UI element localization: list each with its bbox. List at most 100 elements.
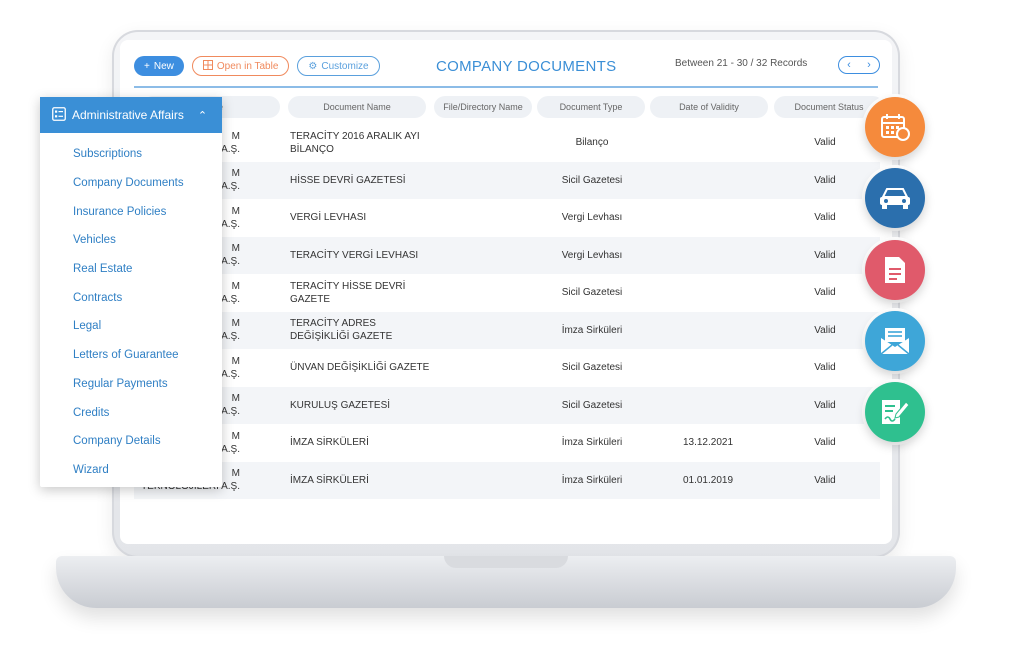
table-row[interactable]: M A.Ş. İMZA SİRKÜLERİ İmza Sirküleri 13.… — [134, 424, 880, 462]
gear-icon: ⚙ — [308, 60, 318, 72]
open-in-table-label: Open in Table — [216, 60, 279, 72]
menu-item-vehicles[interactable]: Vehicles — [40, 226, 222, 255]
document-status-cell: Valid — [814, 212, 836, 224]
table-row[interactable]: M A.Ş. KURULUŞ GAZETESİ Sicil Gazetesi V… — [134, 386, 880, 425]
company-name-line: M — [231, 243, 240, 255]
date-of-validity-cell: 13.12.2021 — [682, 437, 734, 449]
menu-item-contracts[interactable]: Contracts — [40, 283, 222, 312]
signed-document-shortcut-button[interactable] — [865, 382, 925, 442]
administrative-affairs-menu: Administrative Affairs ⌃ Subscriptions Co… — [40, 97, 222, 487]
document-name-cell: VERGİ LEVHASI — [290, 212, 367, 224]
page-title: COMPANY DOCUMENTS — [436, 58, 617, 75]
next-page-icon[interactable]: › — [867, 59, 871, 71]
menu-item-company-details[interactable]: Company Details — [40, 427, 222, 456]
company-name-line: A.Ş. — [221, 406, 240, 418]
document-status-cell: Valid — [814, 362, 836, 374]
menu-item-letters-of-guarantee[interactable]: Letters of Guarantee — [40, 341, 222, 370]
title-divider — [134, 86, 878, 88]
column-header-document-name[interactable]: Document Name — [288, 96, 426, 118]
document-name-cell: İMZA SİRKÜLERİ — [290, 474, 369, 486]
company-name-line: A.Ş. — [221, 331, 240, 343]
calendar-shortcut-button[interactable] — [865, 97, 925, 157]
document-name-cell: HİSSE DEVRİ GAZETESİ — [290, 174, 406, 186]
company-name-line: A.Ş. — [221, 218, 240, 230]
table-row[interactable]: M A.Ş. VERGİ LEVHASI Vergi Levhası Valid — [134, 199, 880, 237]
date-of-validity-cell — [649, 162, 767, 200]
menu-item-legal[interactable]: Legal — [40, 312, 222, 341]
envelope-icon — [879, 327, 911, 355]
document-name-cell: İMZA SİRKÜLERİ — [290, 437, 369, 449]
company-name-line: M — [231, 430, 240, 442]
document-name-cell: ÜNVAN DEĞİŞİKLİĞİ GAZETE — [290, 362, 430, 374]
date-of-validity-cell — [649, 349, 767, 387]
company-name-line: M — [231, 318, 240, 330]
document-type-cell: Vergi Levhası — [561, 212, 623, 224]
menu-header[interactable]: Administrative Affairs ⌃ — [40, 97, 222, 133]
table-row[interactable]: M A.Ş. TERACİTY HİSSE DEVRİ GAZETE Sicil… — [134, 274, 880, 312]
envelope-shortcut-button[interactable] — [865, 311, 925, 371]
table-row[interactable]: M A.Ş. TERACİTY 2016 ARALIK AYI BİLANÇO … — [134, 124, 880, 162]
document-shortcut-button[interactable] — [865, 240, 925, 300]
checklist-icon — [52, 106, 66, 124]
date-of-validity-cell — [649, 274, 767, 312]
document-status-cell: Valid — [814, 249, 836, 261]
company-name-line: M — [231, 280, 240, 292]
menu-item-wizard[interactable]: Wizard — [40, 456, 222, 485]
date-of-validity-cell — [649, 124, 767, 162]
document-type-cell: Sicil Gazetesi — [561, 399, 623, 411]
document-status-cell: Valid — [814, 474, 836, 486]
table-row[interactable]: M A.Ş. TERACİTY ADRES DEĞİŞİKLİĞİ GAZETE… — [134, 311, 880, 349]
table-row[interactable]: M A.Ş. ÜNVAN DEĞİŞİKLİĞİ GAZETE Sicil Ga… — [134, 349, 880, 387]
new-button[interactable]: + New — [134, 56, 184, 76]
customize-button[interactable]: ⚙ Customize — [297, 56, 380, 76]
toolbar: + New Open in Table ⚙ Customize — [134, 56, 380, 76]
menu-item-insurance-policies[interactable]: Insurance Policies — [40, 197, 222, 226]
document-name-cell: TERACİTY ADRES DEĞİŞİKLİĞİ GAZETE — [290, 318, 393, 343]
company-name-line: M — [231, 205, 240, 217]
document-status-cell: Valid — [814, 137, 836, 149]
table-header: Name Document Name File/Directory Name D… — [134, 96, 892, 120]
open-in-table-button[interactable]: Open in Table — [191, 56, 290, 76]
menu-item-credits[interactable]: Credits — [40, 398, 222, 427]
calendar-icon — [880, 113, 910, 141]
customize-label: Customize — [321, 60, 369, 72]
company-name-line: A.Ş. — [221, 143, 240, 155]
company-name-line: M — [231, 355, 240, 367]
company-name-line: A.Ş. — [221, 368, 240, 380]
menu-item-regular-payments[interactable]: Regular Payments — [40, 370, 222, 399]
document-icon — [884, 256, 906, 284]
document-status-cell: Valid — [814, 437, 836, 449]
table-row[interactable]: M A.Ş. HİSSE DEVRİ GAZETESİ Sicil Gazete… — [134, 161, 880, 200]
menu-item-company-documents[interactable]: Company Documents — [40, 169, 222, 198]
car-shortcut-button[interactable] — [865, 168, 925, 228]
company-name-line: A.Ş. — [221, 181, 240, 193]
column-header-document-type[interactable]: Document Type — [537, 96, 645, 118]
chevron-up-icon[interactable]: ⌃ — [198, 109, 207, 122]
column-header-date-of-validity[interactable]: Date of Validity — [650, 96, 768, 118]
signed-document-icon — [880, 398, 910, 426]
previous-page-icon[interactable]: ‹ — [847, 59, 851, 71]
new-button-label: New — [153, 60, 174, 72]
table-row[interactable]: M A.Ş. TERACİTY VERGİ LEVHASI Vergi Levh… — [134, 236, 880, 275]
company-name-line: M — [231, 468, 240, 480]
menu-items: Subscriptions Company Documents Insurance … — [40, 133, 222, 484]
laptop-notch — [444, 556, 568, 568]
table-row[interactable]: M TEKNOLOJİLERİ A.Ş. İMZA SİRKÜLERİ İmza… — [134, 461, 880, 499]
date-of-validity-cell — [649, 387, 767, 425]
menu-item-real-estate[interactable]: Real Estate — [40, 255, 222, 284]
document-status-cell: Valid — [814, 324, 836, 336]
company-name-line: A.Ş. — [221, 256, 240, 268]
table-icon — [202, 59, 213, 73]
menu-item-subscriptions[interactable]: Subscriptions — [40, 140, 222, 169]
menu-header-label: Administrative Affairs — [72, 108, 184, 122]
date-of-validity-cell — [649, 237, 767, 275]
document-type-cell: İmza Sirküleri — [561, 474, 623, 486]
document-type-cell: İmza Sirküleri — [561, 324, 623, 336]
company-name-line: A.Ş. — [221, 443, 240, 455]
document-type-cell: İmza Sirküleri — [561, 437, 623, 449]
document-status-cell: Valid — [814, 399, 836, 411]
document-status-cell: Valid — [814, 287, 836, 299]
document-name-cell: TERACİTY 2016 ARALIK AYI BİLANÇO — [290, 130, 420, 155]
document-name-cell: TERACİTY VERGİ LEVHASI — [290, 249, 419, 261]
column-header-file-directory-name[interactable]: File/Directory Name — [434, 96, 532, 118]
